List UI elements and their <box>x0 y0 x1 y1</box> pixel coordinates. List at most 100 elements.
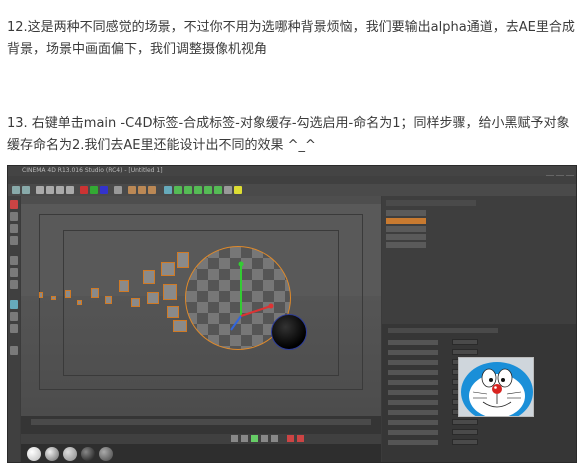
attribute-field[interactable] <box>452 429 478 435</box>
deformer-icon[interactable] <box>204 186 212 194</box>
enable-axis-icon[interactable] <box>10 300 18 309</box>
render-view-icon[interactable] <box>128 186 136 194</box>
material-grey[interactable] <box>45 447 59 461</box>
z-axis-handle <box>230 315 242 331</box>
attribute-row <box>388 390 438 395</box>
undo-icon[interactable] <box>12 186 20 194</box>
material-black[interactable] <box>81 447 95 461</box>
toolbar <box>8 184 576 196</box>
x-axis-handle <box>240 305 272 317</box>
tweak-mode-icon[interactable] <box>10 312 18 321</box>
lock-workplane-icon[interactable] <box>10 346 18 355</box>
light-icon[interactable] <box>234 186 242 194</box>
doraemon-face-illustration <box>459 358 533 416</box>
y-axis-tip <box>238 261 244 267</box>
texture-mode-icon[interactable] <box>10 224 18 233</box>
scene-icon[interactable] <box>214 186 222 194</box>
attribute-row <box>388 430 438 435</box>
model-mode-icon[interactable] <box>10 212 18 221</box>
attribute-row <box>388 370 438 375</box>
nurbs-icon[interactable] <box>174 186 182 194</box>
fragment <box>147 292 159 304</box>
object-manager <box>382 196 576 324</box>
attribute-row <box>388 400 438 405</box>
generator-icon[interactable] <box>184 186 192 194</box>
attribute-field[interactable] <box>452 419 478 425</box>
material-dark[interactable] <box>99 447 113 461</box>
material-white[interactable] <box>27 447 41 461</box>
playback-controls <box>21 434 381 444</box>
paragraph-step-12: 12.这是两种不同感觉的场景，不过你不用为选哪种背景烦恼，我们要输出alpha通… <box>7 20 575 57</box>
menu-bar <box>8 176 576 184</box>
object-row-main[interactable] <box>386 218 426 224</box>
cube-icon[interactable] <box>164 186 172 194</box>
paragraph-step-13: 13. 右键单击main -C4D标签-合成标签-对象缓存-勾选启用-命名为1；… <box>7 116 570 153</box>
move-gizmo[interactable] <box>221 256 281 336</box>
object-row[interactable] <box>386 242 426 248</box>
make-editable-icon[interactable] <box>10 200 18 209</box>
snap-icon[interactable] <box>10 324 18 333</box>
attribute-row <box>388 340 438 345</box>
window-title-bar: CINEMA 4D R13.016 Studio (RC4) - [Untitl… <box>8 166 576 182</box>
fragment <box>77 300 82 305</box>
z-axis-icon[interactable] <box>100 186 108 194</box>
render-icon[interactable] <box>138 186 146 194</box>
attribute-field[interactable] <box>452 349 478 355</box>
y-axis-icon[interactable] <box>90 186 98 194</box>
attribute-field[interactable] <box>452 439 478 445</box>
fragment <box>131 298 140 307</box>
go-to-start-icon[interactable] <box>231 435 238 442</box>
coordinate-icon[interactable] <box>114 186 122 194</box>
play-icon[interactable] <box>251 435 258 442</box>
perspective-viewport[interactable] <box>21 196 381 416</box>
fragment <box>51 296 56 300</box>
fragment <box>91 288 99 298</box>
fragment <box>161 262 175 276</box>
attribute-row <box>388 380 438 385</box>
points-mode-icon[interactable] <box>10 256 18 265</box>
attribute-row <box>388 440 438 445</box>
attribute-row <box>388 360 438 365</box>
doraemon-image <box>458 357 534 417</box>
object-row[interactable] <box>386 234 426 240</box>
timeline[interactable] <box>21 416 381 434</box>
previous-frame-icon[interactable] <box>241 435 248 442</box>
array-icon[interactable] <box>194 186 202 194</box>
attribute-row <box>388 420 438 425</box>
select-icon[interactable] <box>36 186 44 194</box>
timeline-ruler[interactable] <box>31 419 371 425</box>
object-row[interactable] <box>386 226 426 232</box>
move-icon[interactable] <box>46 186 54 194</box>
scale-icon[interactable] <box>56 186 64 194</box>
x-axis-tip <box>268 303 274 309</box>
attribute-row <box>388 350 438 355</box>
camera-icon[interactable] <box>224 186 232 194</box>
attribute-row <box>388 410 438 415</box>
render-settings-icon[interactable] <box>148 186 156 194</box>
attribute-tabs <box>388 328 498 333</box>
fragment <box>105 296 112 304</box>
viewport-menu <box>21 196 381 204</box>
fragment <box>177 252 189 268</box>
object-row[interactable] <box>386 210 426 216</box>
redo-icon[interactable] <box>22 186 30 194</box>
rotate-icon[interactable] <box>66 186 74 194</box>
fragment <box>143 270 155 284</box>
edges-mode-icon[interactable] <box>10 268 18 277</box>
material-manager <box>21 444 381 462</box>
object-manager-menu <box>386 200 476 206</box>
next-frame-icon[interactable] <box>261 435 268 442</box>
workplane-icon[interactable] <box>10 236 18 245</box>
attribute-field[interactable] <box>452 339 478 345</box>
go-to-end-icon[interactable] <box>271 435 278 442</box>
x-axis-icon[interactable] <box>80 186 88 194</box>
window-title: CINEMA 4D R13.016 Studio (RC4) - [Untitl… <box>22 167 163 174</box>
record-icon[interactable] <box>287 435 294 442</box>
fragment <box>173 320 187 332</box>
material-checker[interactable] <box>63 447 77 461</box>
autokey-icon[interactable] <box>297 435 304 442</box>
fragment <box>163 284 177 300</box>
polygons-mode-icon[interactable] <box>10 280 18 289</box>
fragment <box>167 306 179 318</box>
fragment <box>119 280 129 292</box>
